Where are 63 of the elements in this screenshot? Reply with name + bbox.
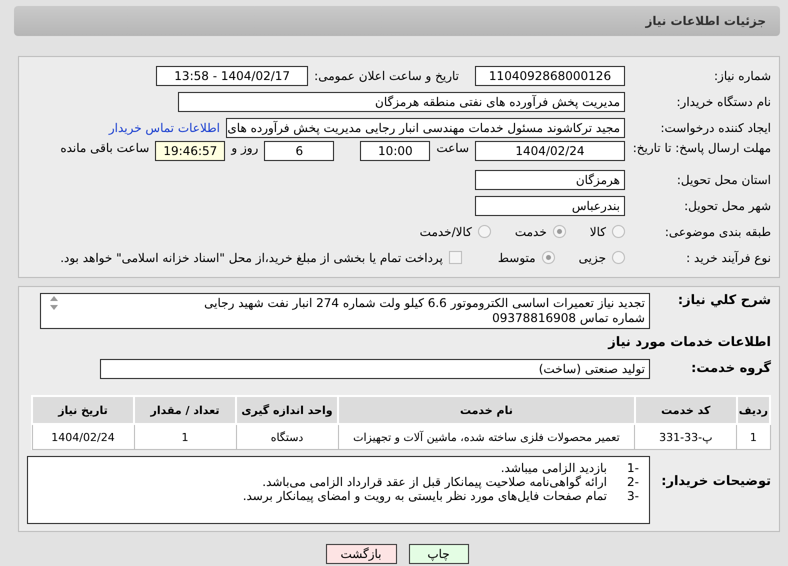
field-label: نام دستگاه خریدار: [676, 94, 771, 108]
deadline-date-field: 1404/02/24 [475, 141, 625, 161]
column-header: نام خدمت [338, 396, 635, 424]
column-header: واحد اندازه گیری [236, 396, 338, 424]
field-label: نوع فرآیند خرید : [685, 250, 771, 264]
remaining-label: ساعت باقی مانده [60, 141, 150, 155]
checkbox[interactable] [448, 251, 462, 264]
radio-button[interactable] [542, 251, 555, 264]
field-label: مهلت ارسال پاسخ: تا تاریخ: [632, 141, 771, 156]
time-label: ساعت [436, 141, 469, 155]
list-number: 2- [626, 475, 639, 489]
radio-button[interactable] [552, 225, 566, 238]
city-field: بندرعباس [475, 196, 625, 216]
field-label: شرح کلي نياز: [676, 293, 771, 308]
buyer-contact-link[interactable]: اطلاعات تماس خریدار [108, 120, 220, 134]
radio-button[interactable] [612, 225, 625, 238]
radio-button[interactable] [478, 225, 491, 238]
field-label: طبقه بندی موضوعی: [664, 224, 771, 238]
option-label: کالا [590, 224, 606, 238]
column-header: ردیف [736, 396, 770, 424]
table-cell: تعمیر محصولات فلزی ساخته شده، ماشین آلات و تجهیزات [338, 424, 635, 450]
option-label: کالا/خدمت [420, 224, 472, 238]
remaining-time-field: 19:46:57 [155, 141, 226, 161]
column-header: تعداد / مقدار [134, 396, 236, 424]
service-group-field: تولید صنعتی (ساخت) [100, 358, 650, 378]
option-label: جزیی [578, 250, 606, 264]
note-text: ارائه گواهی‌نامه صلاحیت پیمانکار قبل از عقد قرارداد الزامی می‌باشد. [262, 475, 607, 489]
deadline-time-field: 10:00 [360, 141, 430, 161]
announce-date-field: 1404/02/17 - 13:58 [156, 66, 308, 86]
page-title: جزئیات اطلاعات نیاز [645, 14, 766, 28]
field-label: تاریخ و ساعت اعلان عمومی: [314, 68, 459, 82]
section-heading: اطلاعات خدمات مورد نیاز [608, 335, 771, 350]
table-cell: دستگاه [236, 424, 338, 450]
list-number: 1- [626, 461, 639, 475]
field-label: توضیحات خریدار: [660, 474, 771, 489]
days-label: روز و [231, 141, 258, 155]
radio-button[interactable] [612, 251, 625, 264]
table-cell: پ-33-331 [634, 424, 737, 450]
province-field: هرمزگان [475, 170, 625, 190]
days-field: 6 [264, 141, 334, 161]
table-cell: 1 [134, 424, 236, 450]
back-button[interactable]: بازگشت [326, 544, 396, 564]
column-header: کد خدمت [634, 396, 737, 424]
need-number-field: 1104092868000126 [475, 66, 625, 86]
table-cell: 1404/02/24 [32, 424, 134, 450]
list-number: 3- [626, 489, 639, 503]
field-label: شهر محل تحویل: [683, 198, 771, 212]
scroll-arrows-icon[interactable] [48, 295, 60, 311]
payment-note: پرداخت تمام یا بخشی از مبلغ خرید،از محل "اسناد خزانه اسلامی" خواهد بود. [60, 250, 443, 264]
field-label: استان محل تحویل: [676, 172, 771, 186]
summary-text-area[interactable]: تجدید نیاز تعمیرات اساسی الکتروموتور 6.6 کیلو ولت شماره 274 انبار نفت شهید رجایی شماره تماس 09378816908 [40, 293, 650, 329]
requester-field: مجید ترکاشوند مسئول خدمات مهندسی انبار رجایی مدیریت پخش فرآورده های [226, 118, 625, 138]
option-label: خدمت [514, 224, 547, 238]
column-header: تاریخ نیاز [32, 396, 134, 424]
option-label: متوسط [498, 250, 536, 264]
field-label: گروه خدمت: [690, 361, 771, 376]
note-text: بازدید الزامی میباشد. [500, 461, 607, 475]
table-cell: 1 [736, 424, 770, 450]
buyer-org-field: مدیریت پخش فرآورده های نفتی منطقه هرمزگان [178, 92, 625, 112]
note-text: تمام صفحات فایل‌های مورد نظر بایستی به رویت و امضای پیمانکار برسد. [242, 489, 607, 503]
field-label: ایجاد کننده درخواست: [659, 120, 771, 134]
field-label: شماره نیاز: [713, 68, 771, 82]
print-button[interactable]: چاپ [408, 544, 468, 564]
